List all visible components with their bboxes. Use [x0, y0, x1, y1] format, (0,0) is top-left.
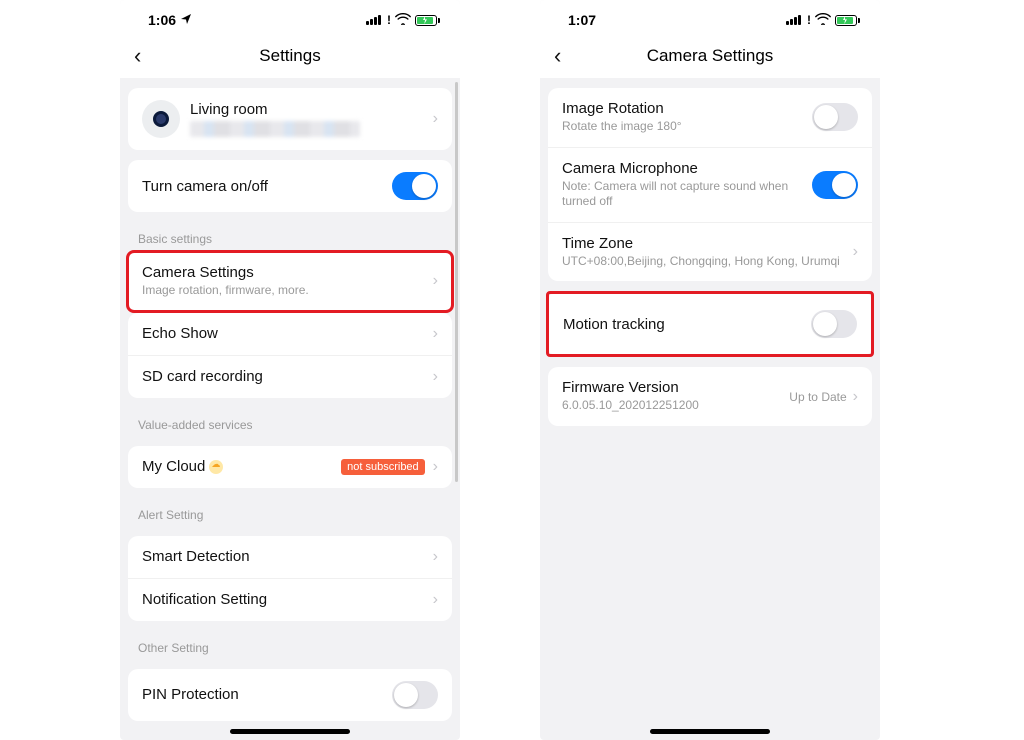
- nav-title: Settings: [259, 46, 320, 66]
- timezone-row[interactable]: Time Zone UTC+08:00,Beijing, Chongqing, …: [548, 223, 872, 282]
- signal-alert-icon: !: [807, 13, 811, 27]
- motion-tracking-row[interactable]: Motion tracking: [549, 294, 871, 354]
- wifi-icon: [815, 12, 831, 28]
- alert-card: Smart Detection › Notification Setting ›: [128, 536, 452, 621]
- navbar: ‹ Camera Settings: [540, 34, 880, 78]
- vas-card: My Cloud not subscribed ›: [128, 446, 452, 488]
- status-bar: 1:06 !: [120, 0, 460, 34]
- row-sub: Rotate the image 180°: [562, 119, 812, 135]
- image-rotation-row[interactable]: Image Rotation Rotate the image 180°: [548, 88, 872, 148]
- other-card: PIN Protection: [128, 669, 452, 721]
- device-row[interactable]: Living room ›: [128, 88, 452, 150]
- chevron-right-icon: ›: [433, 591, 438, 609]
- row-title: My Cloud: [142, 458, 341, 475]
- section-vas-label: Value-added services: [120, 408, 460, 436]
- home-indicator[interactable]: [230, 729, 350, 734]
- device-name: Living room: [190, 101, 433, 118]
- pin-toggle[interactable]: [392, 681, 438, 709]
- section-alert-label: Alert Setting: [120, 498, 460, 526]
- back-button[interactable]: ‹: [134, 43, 141, 69]
- wifi-icon: [395, 12, 411, 28]
- row-sub: Note: Camera will not capture sound when…: [562, 179, 812, 210]
- firmware-status: Up to Date: [789, 390, 846, 404]
- motion-tracking-highlight: Motion tracking: [546, 291, 874, 357]
- row-title: SD card recording: [142, 368, 433, 385]
- fw-card: Firmware Version 6.0.05.10_202012251200 …: [548, 367, 872, 426]
- row-title: Camera Settings: [142, 264, 433, 281]
- sd-card-row[interactable]: SD card recording ›: [128, 356, 452, 398]
- row-title: Smart Detection: [142, 548, 433, 565]
- camera-settings-content: Image Rotation Rotate the image 180° Cam…: [540, 78, 880, 740]
- microphone-toggle[interactable]: [812, 171, 858, 199]
- section-basic-label: Basic settings: [120, 222, 460, 250]
- home-indicator[interactable]: [650, 729, 770, 734]
- row-title: Echo Show: [142, 325, 433, 342]
- device-card[interactable]: Living room ›: [128, 88, 452, 150]
- status-bar: 1:07 !: [540, 0, 880, 34]
- chevron-right-icon: ›: [433, 458, 438, 476]
- battery-icon: [835, 15, 860, 26]
- status-time: 1:06: [148, 12, 176, 28]
- row-title: Camera Microphone: [562, 160, 812, 177]
- back-button[interactable]: ‹: [554, 43, 561, 69]
- row-title: PIN Protection: [142, 686, 392, 703]
- microphone-row[interactable]: Camera Microphone Note: Camera will not …: [548, 148, 872, 223]
- signal-icon: [366, 15, 381, 25]
- cloud-icon: [209, 460, 223, 474]
- settings-content: Living room › Turn camera on/off Basic s…: [120, 78, 460, 740]
- echo-show-row[interactable]: Echo Show ›: [128, 313, 452, 356]
- chevron-right-icon: ›: [853, 388, 858, 406]
- section-other-label: Other Setting: [120, 631, 460, 659]
- camera-settings-card: Camera Settings Image rotation, firmware…: [128, 252, 452, 311]
- chevron-right-icon: ›: [433, 548, 438, 566]
- row-title: Time Zone: [562, 235, 853, 252]
- motion-toggle[interactable]: [811, 310, 857, 338]
- signal-alert-icon: !: [387, 13, 391, 27]
- basic-card-2: Echo Show › SD card recording ›: [128, 313, 452, 398]
- pin-protection-row[interactable]: PIN Protection: [128, 669, 452, 721]
- row-sub: 6.0.05.10_202012251200: [562, 398, 789, 414]
- row-sub: UTC+08:00,Beijing, Chongqing, Hong Kong,…: [562, 254, 853, 270]
- not-subscribed-badge: not subscribed: [341, 459, 425, 475]
- navbar: ‹ Settings: [120, 34, 460, 78]
- chevron-right-icon: ›: [433, 272, 438, 290]
- camera-icon: [142, 100, 180, 138]
- my-cloud-row[interactable]: My Cloud not subscribed ›: [128, 446, 452, 488]
- motion-card: Motion tracking: [549, 294, 871, 354]
- firmware-row[interactable]: Firmware Version 6.0.05.10_202012251200 …: [548, 367, 872, 426]
- camera-power-toggle[interactable]: [392, 172, 438, 200]
- power-card: Turn camera on/off: [128, 160, 452, 212]
- chevron-right-icon: ›: [853, 243, 858, 261]
- cs-card-1: Image Rotation Rotate the image 180° Cam…: [548, 88, 872, 281]
- rotation-toggle[interactable]: [812, 103, 858, 131]
- row-title: Image Rotation: [562, 100, 812, 117]
- phone-settings: 1:06 ! ‹ Settings: [120, 0, 460, 740]
- phone-camera-settings: 1:07 ! ‹ Camera Settings Image Rotation: [540, 0, 880, 740]
- status-time: 1:07: [568, 12, 596, 28]
- smart-detection-row[interactable]: Smart Detection ›: [128, 536, 452, 579]
- chevron-right-icon: ›: [433, 110, 438, 128]
- device-id-redacted: [190, 121, 360, 137]
- row-title: Motion tracking: [563, 316, 811, 333]
- battery-icon: [415, 15, 440, 26]
- camera-settings-row[interactable]: Camera Settings Image rotation, firmware…: [128, 252, 452, 311]
- nav-title: Camera Settings: [647, 46, 774, 66]
- location-icon: [180, 12, 192, 28]
- row-title: Turn camera on/off: [142, 178, 392, 195]
- row-title: Notification Setting: [142, 591, 433, 608]
- row-title: Firmware Version: [562, 379, 789, 396]
- notification-setting-row[interactable]: Notification Setting ›: [128, 579, 452, 621]
- camera-power-row[interactable]: Turn camera on/off: [128, 160, 452, 212]
- scrollbar[interactable]: [455, 82, 458, 482]
- row-sub: Image rotation, firmware, more.: [142, 283, 433, 299]
- signal-icon: [786, 15, 801, 25]
- chevron-right-icon: ›: [433, 368, 438, 386]
- chevron-right-icon: ›: [433, 325, 438, 343]
